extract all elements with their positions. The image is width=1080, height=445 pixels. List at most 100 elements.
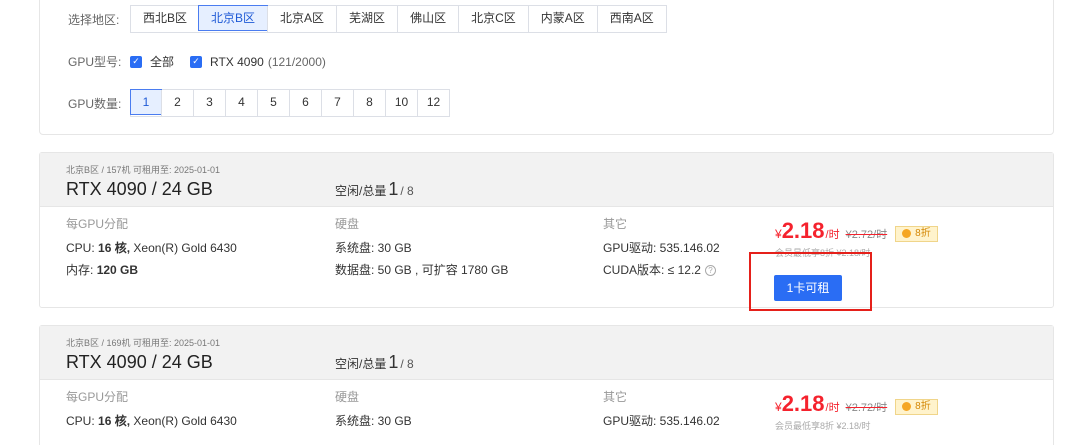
count-filter-row: GPU数量: 1 2 3 4 5 6 7 8 10 12 bbox=[68, 89, 450, 117]
gpu-allocation-column: 每GPU分配 CPU: 16 核, Xeon(R) Gold 6430 bbox=[66, 388, 237, 432]
price-currency: ¥ bbox=[775, 400, 782, 414]
help-icon[interactable]: ? bbox=[704, 265, 716, 277]
gpu-count-option-7[interactable]: 7 bbox=[321, 90, 353, 116]
cpu-label: CPU: bbox=[66, 414, 95, 428]
model-rtx4090-label: RTX 4090 bbox=[210, 54, 264, 69]
gpu-count-option-4[interactable]: 4 bbox=[225, 90, 257, 116]
member-price: 会员最低享8折 ¥2.18/时 bbox=[775, 421, 871, 431]
cuda-version-row: CUDA版本: ≤ 12.2? bbox=[603, 259, 720, 281]
price-value: 2.18 bbox=[781, 218, 825, 243]
gpu-count-option-1[interactable]: 1 bbox=[130, 89, 162, 115]
gpu-count-option-10[interactable]: 10 bbox=[385, 90, 417, 116]
price-value: 2.18 bbox=[781, 391, 825, 416]
data-disk: 数据盘: 50 GB , 可扩容 1780 GB bbox=[335, 263, 509, 277]
total-count: / 8 bbox=[400, 184, 414, 198]
free-total: 空闲/总量 1 / 8 bbox=[335, 179, 414, 200]
region-option-xinan-a[interactable]: 西南A区 bbox=[596, 6, 666, 32]
cpu-cores: 16 核, bbox=[98, 241, 131, 255]
free-total-label: 空闲/总量 bbox=[335, 184, 387, 198]
price-line: ¥ 2.18 /时 ¥2.72/时 8折 bbox=[775, 218, 938, 244]
region-option-beijing-c[interactable]: 北京C区 bbox=[458, 6, 528, 32]
disk-column: 硬盘 系统盘: 30 GB 数据盘: 50 GB , 可扩容 1780 GB bbox=[335, 215, 508, 281]
filter-panel: 选择地区: 西北B区 北京B区 北京A区 芜湖区 佛山区 北京C区 内蒙A区 西… bbox=[39, 0, 1054, 135]
free-total-label: 空闲/总量 bbox=[335, 357, 387, 371]
model-rtx4090-count: (121/2000) bbox=[267, 54, 326, 69]
model-filter-label: GPU型号: bbox=[68, 55, 122, 69]
gpu-allocation-column: 每GPU分配 CPU: 16 核, Xeon(R) Gold 6430 内存: … bbox=[66, 215, 237, 281]
cpu-model: Xeon(R) Gold 6430 bbox=[133, 241, 237, 255]
discount-text: 8折 bbox=[915, 400, 931, 412]
other-header: 其它 bbox=[603, 390, 628, 404]
card-meta: 北京B区 / 157机 可租用至: 2025-01-01 bbox=[66, 165, 221, 175]
allocation-header: 每GPU分配 bbox=[66, 217, 129, 231]
discount-badge: 8折 bbox=[895, 398, 938, 415]
original-price: ¥2.72/时 bbox=[845, 402, 888, 414]
discount-badge: 8折 bbox=[895, 225, 938, 242]
count-filter-label: GPU数量: bbox=[68, 96, 122, 111]
price-unit: /时 bbox=[825, 402, 840, 414]
disk-header: 硬盘 bbox=[335, 390, 360, 404]
gpu-count-option-8[interactable]: 8 bbox=[353, 90, 385, 116]
model-all-checkbox[interactable]: ✓ 全部 bbox=[130, 53, 174, 70]
region-option-beijing-a[interactable]: 北京A区 bbox=[267, 6, 337, 32]
gpu-count-segmented-control: 1 2 3 4 5 6 7 8 10 12 bbox=[130, 89, 450, 117]
price-unit: /时 bbox=[825, 229, 840, 241]
region-option-beijing-b[interactable]: 北京B区 bbox=[198, 5, 269, 31]
other-column: 其它 GPU驱动: 535.146.02 bbox=[603, 388, 720, 432]
region-option-neimeng-a[interactable]: 内蒙A区 bbox=[527, 6, 597, 32]
system-disk: 系统盘: 30 GB bbox=[335, 241, 412, 255]
region-option-foshan[interactable]: 佛山区 bbox=[397, 6, 459, 32]
model-filter-row: GPU型号: ✓ 全部 ✓ RTX 4090 (121/2000) bbox=[68, 53, 342, 70]
checkbox-checked-icon: ✓ bbox=[130, 55, 142, 68]
region-option-xibei-b[interactable]: 西北B区 bbox=[131, 6, 200, 32]
gpu-machine-card: 北京B区 / 169机 可租用至: 2025-01-01 RTX 4090 / … bbox=[39, 325, 1054, 445]
card-header: 北京B区 / 169机 可租用至: 2025-01-01 RTX 4090 / … bbox=[40, 326, 1053, 380]
region-option-wuhu[interactable]: 芜湖区 bbox=[336, 6, 398, 32]
memory-value: 120 GB bbox=[96, 263, 139, 277]
card-header: 北京B区 / 157机 可租用至: 2025-01-01 RTX 4090 / … bbox=[40, 153, 1053, 207]
allocation-header: 每GPU分配 bbox=[66, 390, 129, 404]
gpu-count-option-2[interactable]: 2 bbox=[161, 90, 193, 116]
model-all-label: 全部 bbox=[150, 55, 175, 69]
gpu-count-option-3[interactable]: 3 bbox=[193, 90, 225, 116]
cpu-info: CPU: 16 核, Xeon(R) Gold 6430 bbox=[66, 237, 237, 259]
cpu-cores: 16 核, bbox=[98, 414, 131, 428]
coin-icon bbox=[902, 402, 912, 411]
free-count: 1 bbox=[388, 352, 399, 372]
memory-info: 内存: 120 GB bbox=[66, 259, 237, 281]
gpu-count-option-6[interactable]: 6 bbox=[289, 90, 321, 116]
model-rtx4090-checkbox[interactable]: ✓ RTX 4090 (121/2000) bbox=[190, 55, 326, 69]
price-line: ¥ 2.18 /时 ¥2.72/时 8折 bbox=[775, 391, 938, 417]
region-filter-row: 选择地区: 西北B区 北京B区 北京A区 芜湖区 佛山区 北京C区 内蒙A区 西… bbox=[68, 5, 667, 33]
region-filter-label: 选择地区: bbox=[68, 12, 120, 27]
disk-column: 硬盘 系统盘: 30 GB bbox=[335, 388, 412, 432]
price-area: ¥ 2.18 /时 ¥2.72/时 8折 会员最低享8折 ¥2.18/时 bbox=[775, 391, 938, 432]
checkbox-checked-icon: ✓ bbox=[190, 55, 203, 68]
memory-label: 内存: bbox=[66, 263, 94, 277]
gpu-machine-card: 北京B区 / 157机 可租用至: 2025-01-01 RTX 4090 / … bbox=[39, 152, 1054, 308]
free-total: 空闲/总量 1 / 8 bbox=[335, 352, 414, 373]
gpu-driver: GPU驱动: 535.146.02 bbox=[603, 241, 720, 255]
total-count: / 8 bbox=[400, 357, 414, 371]
discount-text: 8折 bbox=[915, 227, 931, 239]
other-header: 其它 bbox=[603, 217, 628, 231]
cpu-label: CPU: bbox=[66, 241, 95, 255]
card-title: RTX 4090 / 24 GB bbox=[66, 179, 213, 199]
cpu-model: Xeon(R) Gold 6430 bbox=[133, 414, 237, 428]
coin-icon bbox=[902, 229, 912, 238]
gpu-count-option-5[interactable]: 5 bbox=[257, 90, 289, 116]
card-meta: 北京B区 / 169机 可租用至: 2025-01-01 bbox=[66, 338, 221, 348]
price-currency: ¥ bbox=[775, 227, 782, 241]
free-count: 1 bbox=[388, 179, 399, 199]
other-column: 其它 GPU驱动: 535.146.02 CUDA版本: ≤ 12.2? bbox=[603, 215, 720, 281]
original-price: ¥2.72/时 bbox=[845, 229, 888, 241]
card-title: RTX 4090 / 24 GB bbox=[66, 352, 213, 372]
highlight-box bbox=[749, 252, 872, 311]
system-disk: 系统盘: 30 GB bbox=[335, 414, 412, 428]
cuda-version: CUDA版本: ≤ 12.2 bbox=[603, 263, 701, 277]
region-segmented-control: 西北B区 北京B区 北京A区 芜湖区 佛山区 北京C区 内蒙A区 西南A区 bbox=[130, 5, 667, 33]
gpu-driver: GPU驱动: 535.146.02 bbox=[603, 414, 720, 428]
gpu-count-option-12[interactable]: 12 bbox=[417, 90, 449, 116]
cpu-info: CPU: 16 核, Xeon(R) Gold 6430 bbox=[66, 410, 237, 432]
disk-header: 硬盘 bbox=[335, 217, 360, 231]
